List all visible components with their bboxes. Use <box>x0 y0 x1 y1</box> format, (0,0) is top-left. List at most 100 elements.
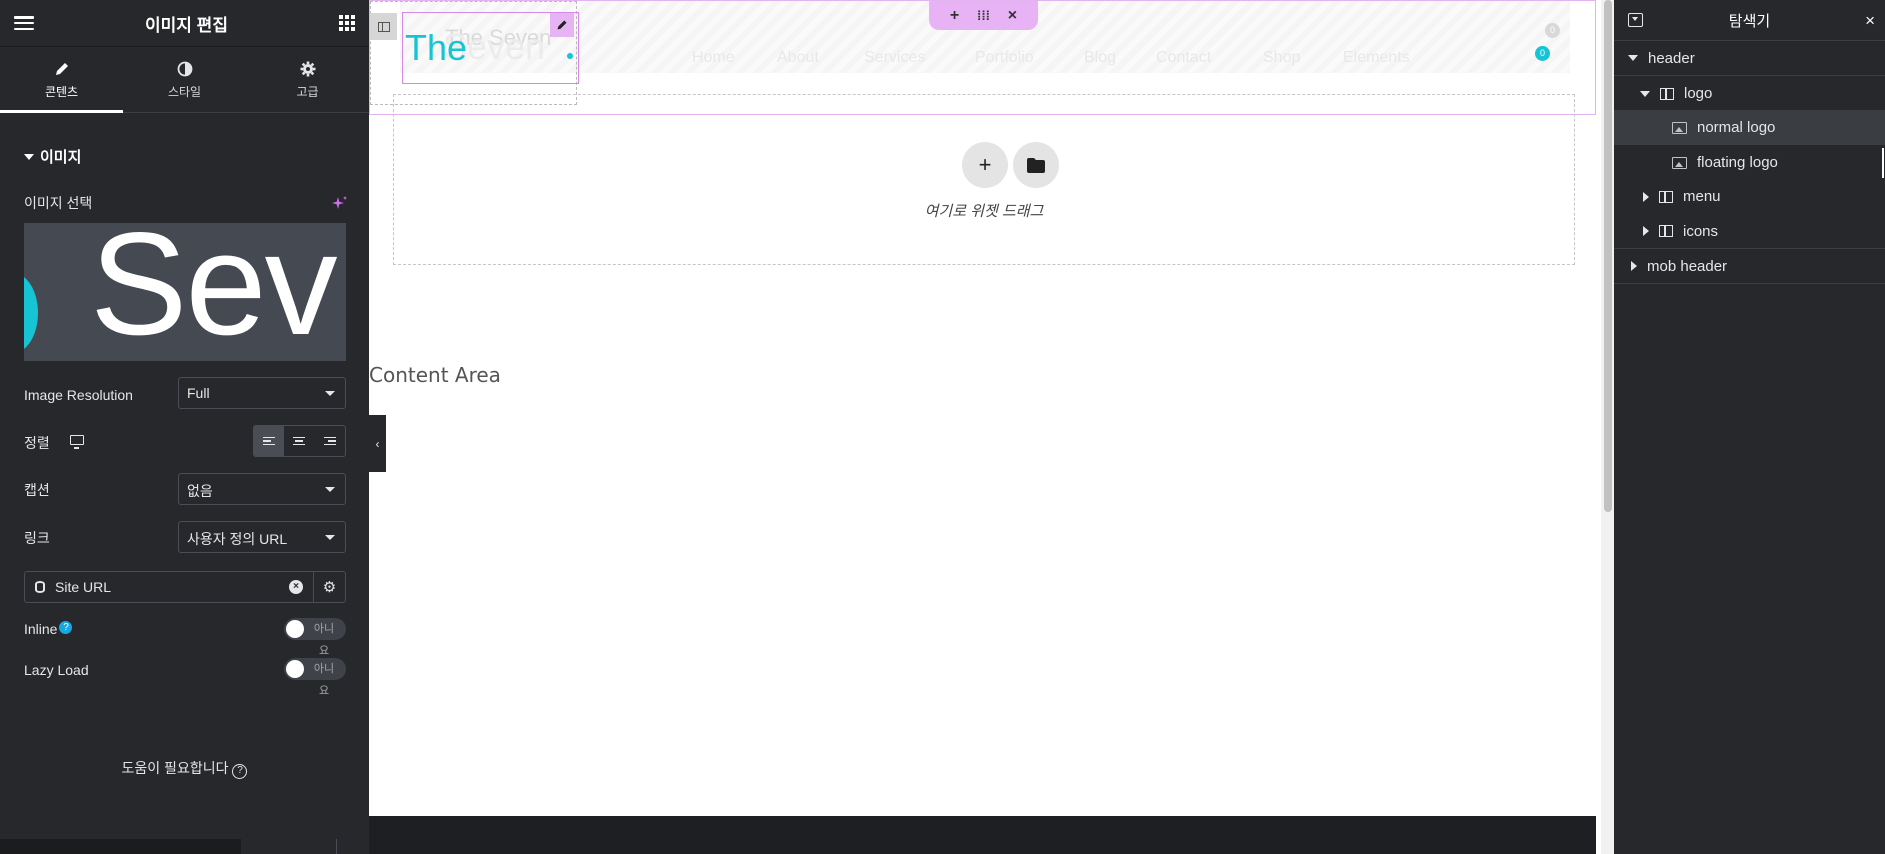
widgets-grid-icon[interactable] <box>339 15 355 31</box>
help-text: 도움이 필요합니다 <box>121 760 229 776</box>
nav-item-services[interactable]: Services <box>864 49 925 67</box>
navigator-item-normal-logo[interactable]: normal logo <box>1614 110 1885 145</box>
navigator-panel: 탐색기 × header logo normal logo floating l… <box>1614 0 1885 854</box>
navigator-title: 탐색기 <box>1728 12 1771 30</box>
url-value: Site URL <box>55 579 112 595</box>
nav-item-shop[interactable]: Shop <box>1263 49 1300 67</box>
logo-dot <box>567 53 573 59</box>
clear-icon[interactable]: × <box>289 580 303 594</box>
image-select-label: 이미지 선택 <box>24 195 93 211</box>
canvas-footer <box>369 816 1596 854</box>
toggle-knob <box>286 620 304 638</box>
add-section-button[interactable]: + <box>962 142 1008 188</box>
canvas-scrollbar[interactable] <box>1601 0 1615 854</box>
caret-down-icon[interactable] <box>1628 55 1638 61</box>
align-right-button[interactable] <box>315 426 345 456</box>
widget-drop-zone[interactable]: + 여기로 위젯 드래그 <box>393 94 1575 265</box>
cart-badge: 0 <box>1535 46 1550 61</box>
help-link[interactable]: 도움이 필요합니다? <box>0 758 369 779</box>
navigator-item-icons[interactable]: icons <box>1614 214 1885 249</box>
caption-label: 캡션 <box>24 482 50 498</box>
panel-title: 이미지 편집 <box>145 15 228 35</box>
template-library-folder-icon[interactable] <box>1013 142 1059 188</box>
link-label: 링크 <box>24 530 50 546</box>
link-options-gear-icon[interactable]: ⚙ <box>313 572 345 602</box>
navigator-item-label: floating logo <box>1697 154 1778 171</box>
caret-right-icon[interactable] <box>1643 191 1649 202</box>
help-badge-icon[interactable]: ? <box>59 621 73 634</box>
chevron-down-icon <box>325 487 335 492</box>
navigator-header: 탐색기 × <box>1614 0 1885 41</box>
delete-section-icon[interactable]: × <box>1008 7 1017 25</box>
wishlist-badge: 0 <box>1545 23 1560 38</box>
caret-down-icon <box>24 153 34 160</box>
ai-sparkle-icon[interactable] <box>332 195 348 211</box>
chevron-down-icon <box>325 391 335 396</box>
caption-value: 없음 <box>187 483 213 499</box>
editor-panel: 이미지 편집 콘텐츠 스타일 고급 이미지 이미지 선택 Sev Image R… <box>0 0 369 854</box>
logo-text: The <box>405 27 468 68</box>
tab-style-label: 스타일 <box>167 84 202 99</box>
resolution-select[interactable]: Full <box>178 377 346 409</box>
nav-item-contact[interactable]: Contact <box>1156 49 1211 67</box>
caret-down-icon[interactable] <box>1640 90 1650 97</box>
add-section-icon[interactable]: + <box>950 7 959 25</box>
column-handle-icon[interactable] <box>370 13 397 40</box>
navigator-item-label: mob header <box>1647 257 1728 275</box>
panel-footer <box>0 839 241 854</box>
caption-select[interactable]: 없음 <box>178 473 346 505</box>
resolution-label: Image Resolution <box>24 387 133 403</box>
section-image-toggle[interactable]: 이미지 <box>24 146 81 167</box>
menu-icon[interactable] <box>14 16 34 30</box>
edit-widget-pencil-icon[interactable] <box>550 13 574 37</box>
tab-advanced-label: 고급 <box>296 84 319 99</box>
contrast-icon <box>176 60 194 78</box>
navigator-item-floating-logo[interactable]: floating logo <box>1614 145 1885 180</box>
section-toolbar: + ⁞⁞⁞ × <box>929 1 1038 30</box>
caret-right-icon[interactable] <box>1643 226 1649 236</box>
image-preview[interactable]: Sev <box>24 223 346 361</box>
lazy-load-label: Lazy Load <box>24 662 89 678</box>
scrollbar-thumb[interactable] <box>1604 0 1612 512</box>
tab-style[interactable]: 스타일 <box>123 47 246 112</box>
caret-right-icon[interactable] <box>1631 261 1637 271</box>
collapse-panel-chevron-left-icon[interactable]: ‹ <box>369 415 386 472</box>
link-value: 사용자 정의 URL <box>187 531 288 547</box>
nav-item-blog[interactable]: Blog <box>1084 49 1116 67</box>
alignment-label: 정렬 <box>24 435 50 451</box>
chevron-down-icon <box>325 535 335 540</box>
pencil-icon <box>53 60 71 78</box>
url-field[interactable]: Site URL × ⚙ <box>24 571 346 603</box>
navigator-item-logo[interactable]: logo <box>1614 76 1885 111</box>
panel-header: 이미지 편집 <box>0 0 369 47</box>
nav-item-home[interactable]: Home <box>692 49 735 67</box>
inline-label: Inline? <box>24 621 73 637</box>
image-preview-text: Sev <box>90 223 338 361</box>
image-icon <box>1672 156 1687 169</box>
close-icon[interactable]: × <box>1865 11 1875 31</box>
collapse-all-icon[interactable] <box>1628 13 1643 27</box>
navigator-item-mob-header[interactable]: mob header <box>1614 249 1885 284</box>
link-select[interactable]: 사용자 정의 URL <box>178 521 346 553</box>
align-left-button[interactable] <box>254 426 285 456</box>
tab-content[interactable]: 콘텐츠 <box>0 47 123 113</box>
navigator-item-label: header <box>1648 49 1695 67</box>
resolution-value: Full <box>187 385 210 401</box>
desktop-icon[interactable] <box>70 435 84 449</box>
editor-canvas: Home About Services Portfolio Blog Conta… <box>369 0 1596 854</box>
drag-handle-icon[interactable]: ⁞⁞⁞ <box>977 8 990 23</box>
align-center-button[interactable] <box>284 426 314 456</box>
toggle-knob <box>286 660 304 678</box>
navigator-item-label: normal logo <box>1697 119 1776 136</box>
navigator-item-header[interactable]: header <box>1614 41 1885 76</box>
nav-item-about[interactable]: About <box>777 49 819 67</box>
tab-advanced[interactable]: 고급 <box>246 47 369 112</box>
section-title: 이미지 <box>40 149 82 166</box>
nav-item-portfolio[interactable]: Portfolio <box>975 49 1034 67</box>
alignment-control <box>253 425 346 457</box>
navigator-item-menu[interactable]: menu <box>1614 179 1885 214</box>
column-icon <box>1659 225 1673 237</box>
tab-content-label: 콘텐츠 <box>44 84 79 99</box>
navigator-item-label: icons <box>1683 222 1719 240</box>
nav-item-elements[interactable]: Elements <box>1343 49 1410 67</box>
